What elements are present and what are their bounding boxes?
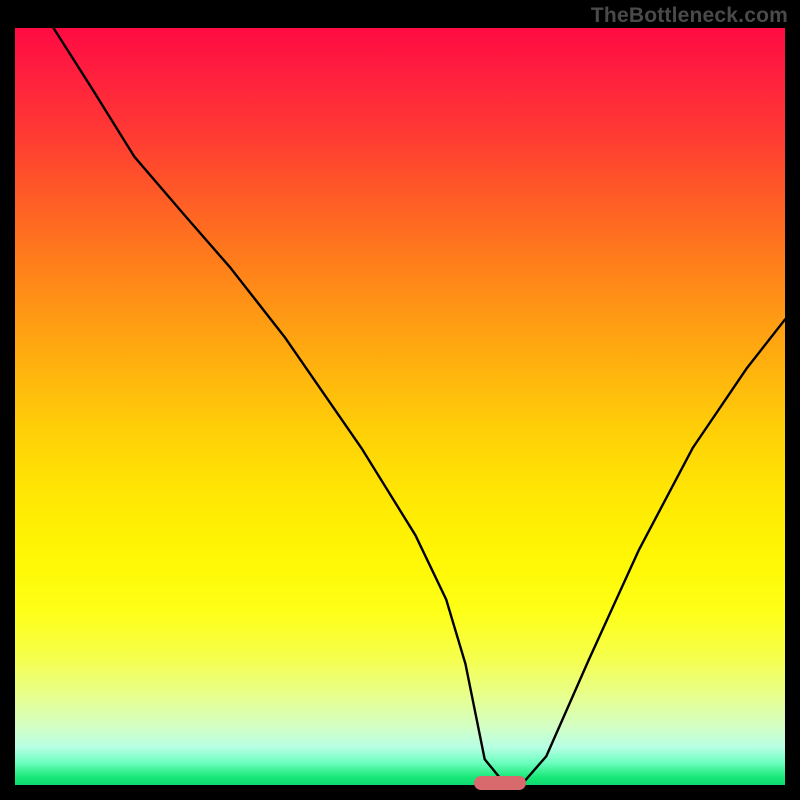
plot-frame: [15, 28, 785, 785]
bottleneck-curve: [54, 28, 786, 783]
optimum-marker: [474, 776, 526, 790]
chart-stage: TheBottleneck.com: [0, 0, 800, 800]
curve-svg: [15, 28, 785, 785]
watermark-text: TheBottleneck.com: [591, 4, 788, 28]
plot-area: [15, 28, 785, 785]
